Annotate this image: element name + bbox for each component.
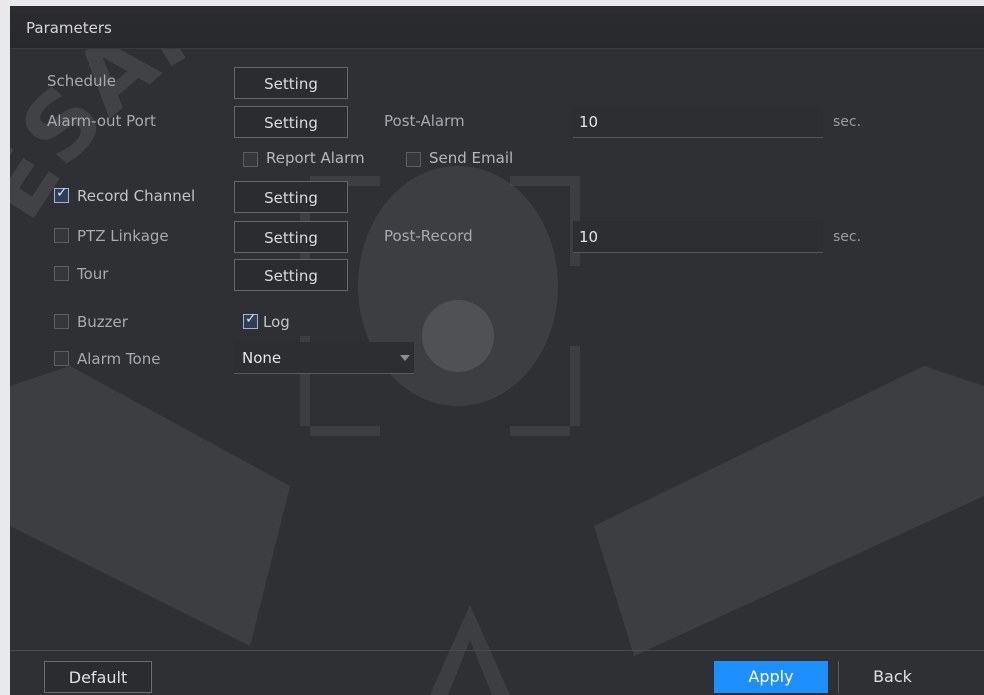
- buzzer-label: Buzzer: [77, 313, 128, 331]
- title-bar: Parameters: [10, 6, 984, 49]
- alarm-out-port-label: Alarm-out Port: [47, 112, 156, 130]
- report-alarm-label: Report Alarm: [266, 149, 365, 167]
- report-alarm-checkbox[interactable]: [243, 152, 258, 167]
- alarm-out-setting-button[interactable]: Setting: [234, 106, 348, 138]
- record-channel-setting-button[interactable]: Setting: [234, 181, 348, 213]
- footer-bar: Default Apply Back: [10, 650, 984, 695]
- tour-checkbox[interactable]: [54, 266, 69, 281]
- post-alarm-unit: sec.: [833, 114, 862, 130]
- back-button[interactable]: Back: [838, 661, 946, 693]
- post-alarm-input[interactable]: 10: [573, 106, 823, 138]
- buzzer-checkbox[interactable]: [54, 314, 69, 329]
- log-checkbox[interactable]: ✓: [243, 311, 258, 329]
- schedule-label: Schedule: [47, 72, 116, 90]
- alarm-tone-select[interactable]: None: [234, 342, 414, 374]
- send-email-checkbox[interactable]: [406, 152, 421, 167]
- ptz-linkage-checkbox[interactable]: [54, 228, 69, 243]
- post-record-unit: sec.: [833, 229, 862, 245]
- post-alarm-label: Post-Alarm: [384, 112, 465, 130]
- ptz-linkage-label: PTZ Linkage: [77, 227, 169, 245]
- post-record-input[interactable]: 10: [573, 221, 823, 253]
- check-icon: ✓: [245, 311, 257, 327]
- dialog-title: Parameters: [26, 19, 112, 37]
- log-label: Log: [263, 313, 290, 331]
- ptz-linkage-setting-button[interactable]: Setting: [234, 221, 348, 253]
- apply-button[interactable]: Apply: [714, 661, 828, 693]
- chevron-down-icon: [400, 355, 410, 361]
- default-button[interactable]: Default: [44, 661, 152, 693]
- dome-lens: [422, 300, 494, 372]
- alarm-tone-value: None: [242, 349, 282, 367]
- check-icon: ✓: [56, 185, 68, 201]
- schedule-setting-button[interactable]: Setting: [234, 67, 348, 99]
- record-channel-checkbox[interactable]: ✓: [54, 185, 69, 203]
- parameters-dialog: ESAM SECURITY Parameters Schedule Settin…: [10, 6, 984, 695]
- alarm-tone-label: Alarm Tone: [77, 350, 161, 368]
- tour-setting-button[interactable]: Setting: [234, 259, 348, 291]
- tour-label: Tour: [77, 265, 109, 283]
- record-channel-label: Record Channel: [77, 187, 196, 205]
- send-email-label: Send Email: [429, 149, 514, 167]
- post-record-label: Post-Record: [384, 227, 473, 245]
- alarm-tone-checkbox[interactable]: [54, 351, 69, 366]
